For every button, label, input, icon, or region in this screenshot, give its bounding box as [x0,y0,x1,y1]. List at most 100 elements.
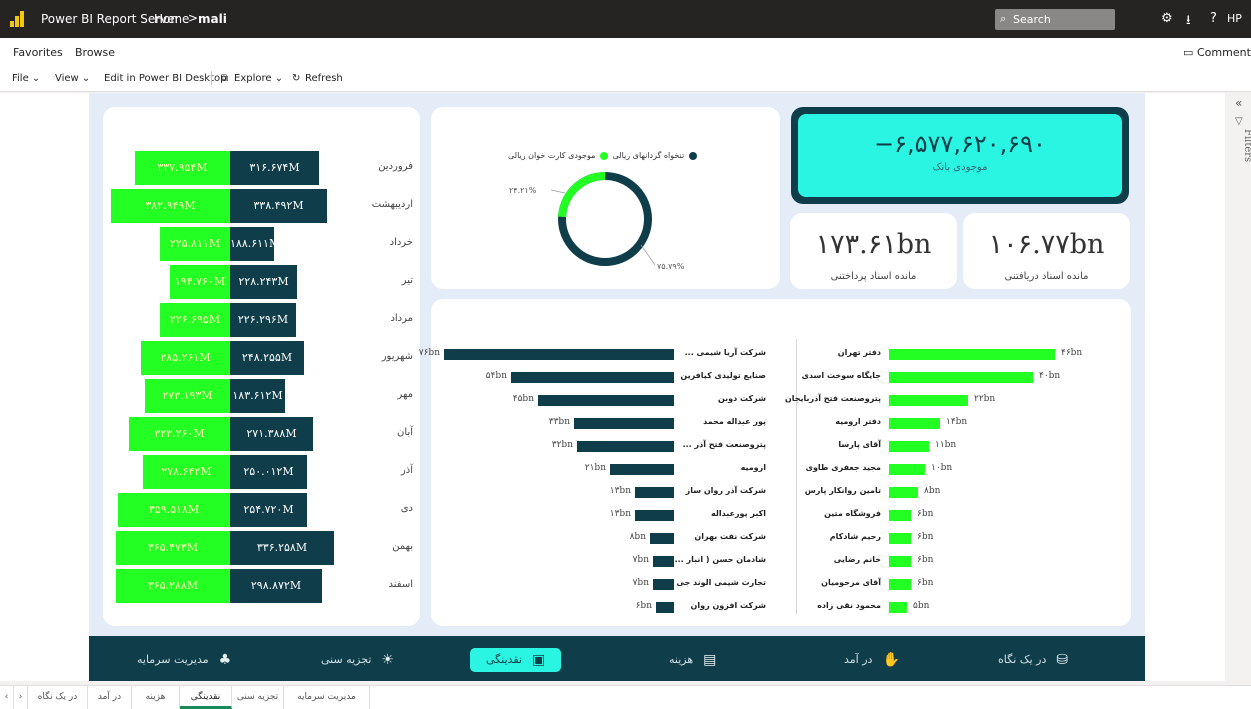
edit-in-desktop-button[interactable]: Edit in Power BI Desktop [104,73,226,84]
paid-bar[interactable]: ۲۴۸.۲۵۵M [230,341,304,375]
nav-button-liquidity[interactable]: نقدینگی ▣ [470,648,562,672]
nav-button-overview[interactable]: در یک نگاه ⛁ [998,648,1068,672]
received-bar[interactable]: ۲۷۳.۱۹۳M [145,379,230,413]
receivable-row: جایگاه سوخت اسدی ۴۰bn [801,367,1121,387]
breadcrumb-current: mali [198,12,227,26]
received-bar[interactable]: ۳۲۳.۲۶۰M [129,417,230,451]
receivable-bar[interactable] [889,579,911,590]
receivable-bar[interactable] [889,464,925,475]
tab-liquidity[interactable]: نقدینگی [180,686,232,709]
help-button[interactable]: ? [1210,11,1217,26]
payable-value: ۷bn [632,555,649,565]
receivable-bar[interactable] [889,510,911,521]
paid-bar[interactable]: ۲۹۸.۸۷۲M [230,569,322,603]
receivable-bar[interactable] [889,533,911,544]
receivable-bar[interactable] [889,487,918,498]
payable-bar[interactable] [656,602,674,613]
received-bar[interactable]: ۲۸۵.۲۶۱M [141,341,230,375]
receivable-bar[interactable] [889,395,968,406]
tab-scroll-right[interactable]: › [14,686,28,709]
tab-scroll-left[interactable]: ‹ [0,686,14,709]
received-bar[interactable]: ۲۲۵.۸۱۱M [160,227,230,261]
paid-bar[interactable]: ۱۸۳.۶۱۲M [230,379,285,413]
receivable-value: ۲۲bn [974,394,996,404]
receivable-bar[interactable] [889,372,1033,383]
received-bar[interactable]: ۳۶۵.۴۷۳M [116,531,230,565]
settings-gear-icon[interactable]: ⚙ [1161,11,1173,26]
payable-bar[interactable] [444,349,674,360]
paid-bar[interactable]: ۲۵۴.۷۲۰M [230,493,307,527]
view-menu[interactable]: View ⌄ [55,73,90,84]
browse-link[interactable]: Browse [75,46,115,59]
receivable-name: فروشگاه متین [824,509,881,518]
receivable-bar[interactable] [889,441,929,452]
month-row: ۳۶۵.۴۷۳M ۳۳۶.۲۵۸M بهمن [103,531,420,565]
collapse-chevrons-icon[interactable]: « [1235,96,1242,110]
payable-bar[interactable] [511,372,674,383]
tab-income[interactable]: در آمد [88,686,132,709]
power-bi-logo-icon[interactable] [10,11,24,27]
donut-leader-dark [640,244,656,266]
nav-label-liquidity: نقدینگی [486,653,523,666]
report-toolbar: File ⌄ View ⌄ Edit in Power BI Desktop ⧉… [0,64,1251,92]
paid-bar[interactable]: ۳۱۶.۶۷۴M [230,151,319,185]
paid-bar[interactable]: ۲۲۶.۲۹۶M [230,303,296,337]
nav-button-income[interactable]: در آمد ✋ [844,648,900,672]
received-bar[interactable]: ۲۷۸.۶۴۲M [143,455,230,489]
receipt-icon: ▤ [703,652,717,668]
payable-bar[interactable] [610,464,674,475]
payable-bar[interactable] [635,510,674,521]
paid-bar[interactable]: ۲۲۸.۲۴۳M [230,265,297,299]
file-menu[interactable]: File ⌄ [12,73,40,84]
receivable-name: محمود نقی زاده [817,601,881,610]
payable-bar[interactable] [574,418,674,429]
payable-bar[interactable] [577,441,674,452]
tab-capital[interactable]: مدیریت سرمایه [284,686,370,709]
month-label: بهمن [392,541,413,552]
filters-pane[interactable]: « ▽ Filters [1226,96,1251,681]
received-bar[interactable]: ۳۶۵.۲۸۸M [116,569,230,603]
received-bar[interactable]: ۱۹۴.۷۶۰M [170,265,230,299]
search-input[interactable]: ⌕ Search [995,9,1115,30]
paid-bar[interactable]: ۲۷۱.۳۸۸M [230,417,313,451]
receivable-name: مجید جعفری طاوی [805,463,881,472]
received-bar[interactable]: ۲۲۶.۶۹۵M [160,303,230,337]
paid-bar[interactable]: ۲۵۰.۰۱۲M [230,455,307,489]
user-button[interactable]: HP [1227,12,1242,25]
paid-bar[interactable]: ۳۳۶.۲۵۸M [230,531,334,565]
donut-leader-green [550,189,566,194]
nav-button-aging[interactable]: تجزیه سنی ☀ [321,648,394,672]
received-bar[interactable]: ۳۵۹.۵۱۸M [118,493,230,527]
payable-bar[interactable] [653,556,674,567]
tab-overview[interactable]: در یک نگاه [28,686,88,709]
explore-menu[interactable]: Explore ⌄ [234,73,283,84]
payable-label: مانده اسناد پرداختنی [830,271,917,282]
receivable-bar[interactable] [889,556,911,567]
received-bar[interactable]: ۳۳۷.۹۵۴M [135,151,230,185]
breadcrumb-home[interactable]: Home [154,12,189,26]
payable-bar[interactable] [635,487,674,498]
paid-bar[interactable]: ۳۳۸.۴۹۲M [230,189,327,223]
payable-bar[interactable] [538,395,674,406]
nav-button-capital[interactable]: مدیریت سرمایه ♣ [137,648,231,672]
receivable-row: دفتر ارومیه ۱۴bn [801,413,1121,433]
payable-bar[interactable] [650,533,674,544]
payable-bar[interactable] [653,579,674,590]
download-icon[interactable]: ⭳ [1186,11,1191,33]
paid-bar[interactable]: ۱۸۸.۶۱۱M [230,227,274,261]
receivable-bar[interactable] [889,349,1055,360]
receivable-bar[interactable] [889,418,940,429]
receivable-bar[interactable] [889,602,907,613]
receivable-row: محمود نقی زاده ۵bn [801,597,1121,617]
refresh-button[interactable]: Refresh [305,73,343,84]
donut-label-green: ۲۴.۲۱% [509,186,537,195]
favorites-link[interactable]: Favorites [13,46,63,59]
comments-button[interactable]: Comments [1197,46,1251,59]
tab-aging[interactable]: تجزیه سنی [232,686,284,709]
received-bar[interactable]: ۳۸۲.۹۴۹M [111,189,230,223]
tab-expense[interactable]: هزینه [132,686,180,709]
payable-value: ۳۲bn [551,440,573,450]
comments-icon[interactable]: ▭ [1183,46,1193,59]
payable-row: ... شادمان حسن ( انبار ۷bn [431,551,781,571]
nav-button-expense[interactable]: هزینه ▤ [669,648,716,672]
